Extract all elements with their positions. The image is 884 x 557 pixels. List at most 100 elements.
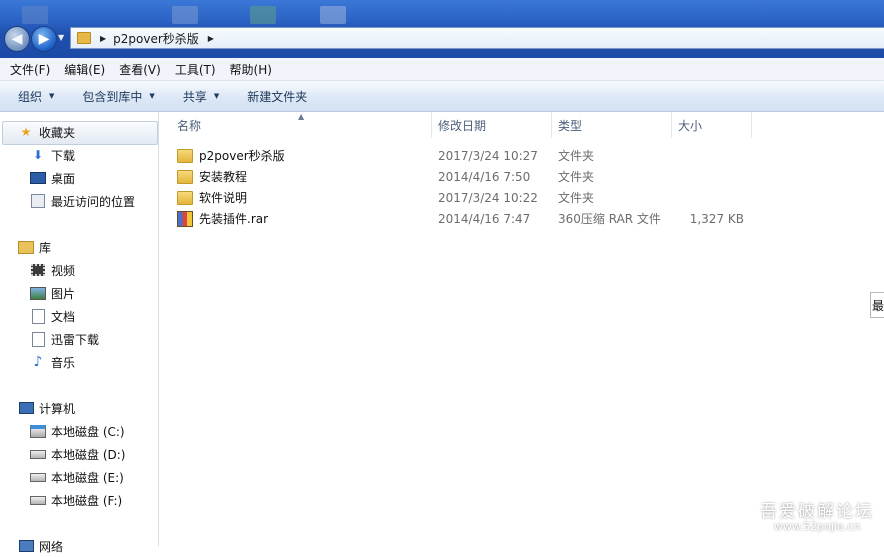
- organize-button[interactable]: 组织 ▼: [0, 88, 64, 105]
- menu-file[interactable]: 文件(F): [0, 61, 57, 78]
- file-type: 文件夹: [558, 170, 595, 184]
- file-name: 软件说明: [199, 191, 248, 205]
- nav-pictures[interactable]: 图片: [30, 282, 75, 304]
- nav-music[interactable]: ♪ 音乐: [30, 351, 75, 373]
- back-button[interactable]: ◀: [4, 26, 30, 52]
- file-name-cell: p2pover秒杀版: [177, 145, 285, 166]
- hard-drive-icon: [30, 469, 46, 485]
- file-name: 先装插件.rar: [199, 212, 269, 226]
- nav-network[interactable]: 网络: [18, 535, 63, 557]
- file-size: [664, 187, 744, 208]
- file-modified: 2017/3/24 10:22: [438, 190, 538, 205]
- file-modified: 2017/3/24 10:27: [438, 148, 538, 163]
- nav-videos[interactable]: 视频: [30, 259, 75, 281]
- side-tab[interactable]: 最: [870, 292, 884, 318]
- nav-documents[interactable]: 文档: [30, 305, 75, 327]
- file-row[interactable]: 软件说明 2017/3/24 10:22 文件夹: [159, 187, 759, 208]
- organize-label: 组织: [18, 89, 43, 104]
- recent-places-icon: [30, 193, 46, 209]
- file-type: 文件夹: [558, 149, 595, 163]
- column-header-type[interactable]: 类型: [552, 112, 672, 138]
- hard-drive-icon: [30, 492, 46, 508]
- nav-label: 视频: [51, 263, 76, 278]
- nav-computer[interactable]: 计算机: [18, 397, 75, 419]
- folder-icon: [177, 190, 193, 205]
- nav-label: 文档: [51, 309, 76, 324]
- library-icon: [18, 239, 34, 255]
- nav-label: 下载: [51, 148, 76, 163]
- column-header-modified[interactable]: 修改日期: [432, 112, 552, 138]
- system-drive-icon: [30, 423, 46, 439]
- file-modified: 2014/4/16 7:50: [438, 169, 531, 184]
- nav-label: 本地磁盘 (F:): [51, 493, 123, 508]
- file-row[interactable]: 先装插件.rar 2014/4/16 7:47 360压缩 RAR 文件 1,3…: [159, 208, 759, 229]
- folder-icon: [177, 169, 193, 184]
- new-folder-button[interactable]: 新建文件夹: [229, 88, 317, 105]
- nav-libraries[interactable]: 库: [18, 236, 51, 258]
- nav-recent-places[interactable]: 最近访问的位置: [30, 190, 135, 212]
- nav-label: 本地磁盘 (C:): [51, 424, 125, 439]
- share-button[interactable]: 共享 ▼: [165, 88, 229, 105]
- file-size: [664, 145, 744, 166]
- picture-icon: [30, 285, 46, 301]
- download-folder-icon: ⬇: [32, 148, 44, 162]
- column-header-name[interactable]: 名称: [159, 112, 432, 138]
- desktop-icon: [172, 6, 198, 24]
- file-row[interactable]: p2pover秒杀版 2017/3/24 10:27 文件夹: [159, 145, 759, 166]
- file-modified: 2014/4/16 7:47: [438, 211, 531, 226]
- nav-downloads[interactable]: ⬇ 下载: [30, 144, 75, 166]
- nav-desktop[interactable]: 桌面: [30, 167, 75, 189]
- desktop-icon: [250, 6, 276, 24]
- nav-label: 桌面: [51, 171, 76, 186]
- menu-edit[interactable]: 编辑(E): [57, 61, 112, 78]
- file-row[interactable]: 安装教程 2014/4/16 7:50 文件夹: [159, 166, 759, 187]
- nav-drive-d[interactable]: 本地磁盘 (D:): [30, 443, 125, 465]
- address-bar[interactable]: ▶ p2pover秒杀版 ▶: [70, 27, 884, 49]
- nav-label: 库: [39, 240, 52, 255]
- new-folder-label: 新建文件夹: [247, 89, 308, 104]
- nav-xunlei-downloads[interactable]: 迅雷下载: [30, 328, 99, 350]
- nav-drive-f[interactable]: 本地磁盘 (F:): [30, 489, 122, 511]
- nav-drive-e[interactable]: 本地磁盘 (E:): [30, 466, 124, 488]
- file-list: ▲ 名称 修改日期 类型 大小 p2pover秒杀版 2017/3/24 10:…: [159, 112, 884, 546]
- music-note-icon: ♪: [33, 354, 43, 370]
- file-name: 安装教程: [199, 170, 248, 184]
- computer-icon: [18, 400, 34, 416]
- desktop-icon: [30, 170, 46, 186]
- file-size: 1,327 KB: [689, 211, 744, 226]
- chevron-right-icon[interactable]: ▶: [100, 34, 106, 43]
- nav-favorites[interactable]: ★ 收藏夹: [18, 121, 75, 143]
- include-in-library-button[interactable]: 包含到库中 ▼: [64, 88, 164, 105]
- file-name-cell: 先装插件.rar: [177, 208, 268, 229]
- menu-bar: 文件(F) 编辑(E) 查看(V) 工具(T) 帮助(H): [0, 58, 884, 81]
- menu-tools[interactable]: 工具(T): [168, 61, 223, 78]
- include-in-library-label: 包含到库中: [82, 89, 143, 104]
- watermark: 吾爱破解论坛 www.52pojie.cn: [752, 497, 882, 533]
- nav-drive-c[interactable]: 本地磁盘 (C:): [30, 420, 125, 442]
- star-icon: ★: [20, 125, 32, 139]
- nav-label: 本地磁盘 (D:): [51, 447, 126, 462]
- document-icon: [30, 331, 46, 347]
- forward-button[interactable]: ▶: [31, 26, 57, 52]
- column-label: 类型: [558, 118, 583, 133]
- menu-view[interactable]: 查看(V): [112, 61, 168, 78]
- document-icon: [30, 308, 46, 324]
- network-icon: [18, 538, 34, 554]
- file-name-cell: 安装教程: [177, 166, 247, 187]
- chevron-right-icon[interactable]: ▶: [208, 34, 214, 43]
- file-name: p2pover秒杀版: [199, 149, 285, 163]
- title-bar: ◀ ▶ ▼ ▶ p2pover秒杀版 ▶: [0, 0, 884, 58]
- column-label: 大小: [678, 118, 703, 133]
- folder-icon: [177, 148, 193, 163]
- navigation-pane: ★ 收藏夹 ⬇ 下载 桌面 最近访问的位置 库 视频 图片 文档 迅雷下载 ♪ …: [0, 112, 159, 554]
- address-crumb[interactable]: p2pover秒杀版: [113, 30, 199, 47]
- nav-label: 本地磁盘 (E:): [51, 470, 124, 485]
- history-dropdown-icon[interactable]: ▼: [58, 33, 64, 42]
- column-label: 名称: [177, 118, 202, 133]
- nav-label: 网络: [39, 539, 64, 554]
- chevron-down-icon: ▼: [49, 92, 55, 100]
- chevron-down-icon: ▼: [149, 92, 155, 100]
- column-header-size[interactable]: 大小: [672, 112, 752, 138]
- rar-archive-icon: [177, 210, 193, 227]
- menu-help[interactable]: 帮助(H): [223, 61, 279, 78]
